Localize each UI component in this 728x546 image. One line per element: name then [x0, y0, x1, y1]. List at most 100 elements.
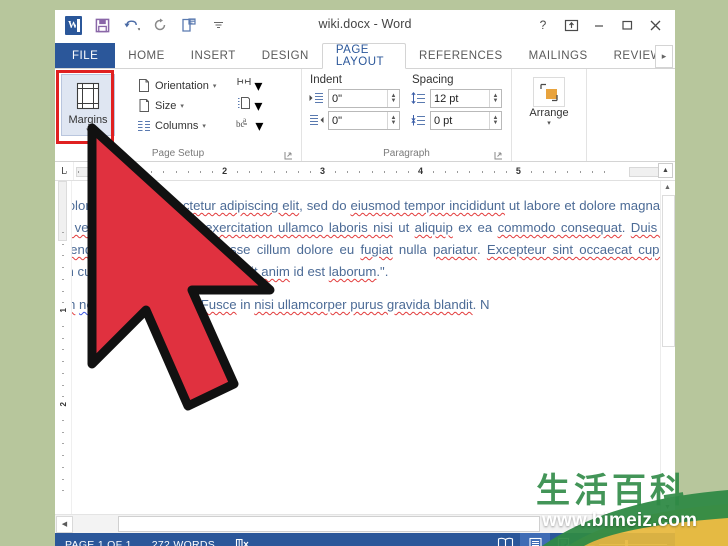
word-count[interactable]: 272 WORDS [142, 533, 225, 546]
margins-button-wrapper: Margins ▾ [61, 74, 115, 136]
document-page[interactable]: Lorem ipsum dolor sit amet, consectetur … [72, 181, 675, 514]
document-text[interactable]: Lorem ipsum dolor sit amet, consectetur … [72, 195, 675, 327]
proofing-errors-icon[interactable] [225, 533, 259, 546]
scroll-left-icon[interactable]: ◀ [56, 516, 73, 533]
indent-left-arrows-icon[interactable]: ▲▼ [387, 90, 399, 107]
arrange-caret-icon[interactable]: ▾ [547, 120, 551, 128]
page-indicator[interactable]: PAGE 1 OF 1 [55, 533, 142, 546]
tab-page-layout[interactable]: PAGE LAYOUT [322, 43, 406, 69]
tab-stop-selector-icon[interactable]: L [55, 162, 74, 180]
arrange-label: Arrange [529, 108, 568, 119]
tab-overflow-chevron-icon[interactable]: ▸ [655, 45, 673, 68]
vruler-tick [62, 255, 64, 256]
tab-home[interactable]: HOME [115, 43, 178, 68]
help-button[interactable]: ? [529, 14, 557, 36]
size-button[interactable]: Size ▾ [132, 96, 219, 115]
line-numbers-button[interactable]: ▾ [234, 96, 264, 115]
spacing-after-arrows-icon[interactable]: ▲▼ [489, 112, 501, 129]
ruler-tick [163, 171, 164, 173]
document-area: 12 Lorem ipsum dolor sit amet, consectet… [55, 181, 675, 514]
indent-right-arrows-icon[interactable]: ▲▼ [387, 112, 399, 129]
vruler-tick [62, 385, 64, 386]
size-caret-icon[interactable]: ▾ [180, 102, 184, 110]
ruler-tick [445, 171, 446, 173]
vruler-number: 2 [59, 402, 68, 406]
spacing-after-spinner[interactable]: ▲▼ [430, 111, 502, 130]
horizontal-scroll-thumb[interactable] [118, 516, 540, 532]
margins-caret-icon[interactable]: ▾ [86, 127, 90, 135]
vruler-tick [62, 361, 64, 362]
ribbon-group-arrange: Arrange ▾ [512, 69, 587, 161]
columns-button[interactable]: Columns ▾ [132, 116, 219, 135]
restore-button[interactable] [613, 14, 641, 36]
spacing-column: Spacing ▲▼ [410, 74, 502, 133]
ruler-number: 4 [418, 166, 423, 176]
breaks-button[interactable]: ▾ [234, 76, 264, 95]
zoom-slider-track[interactable] [599, 544, 667, 545]
ruler-tick [66, 171, 67, 173]
orientation-caret-icon[interactable]: ▾ [213, 82, 217, 90]
horizontal-scrollbar[interactable]: ◀ [55, 514, 675, 533]
indent-right-icon [308, 113, 325, 129]
paragraph-2: Duis elementum non orci vel congue. Fusc… [72, 294, 675, 316]
vruler-tick [62, 244, 64, 245]
breaks-caret-icon[interactable]: ▾ [254, 76, 262, 96]
read-mode-icon[interactable] [490, 533, 520, 546]
paragraph-group-label: Paragraph [308, 148, 505, 161]
vruler-tick [62, 232, 64, 233]
scroll-down-icon[interactable]: ▼ [661, 501, 674, 514]
arrange-icon [533, 77, 565, 107]
margins-button[interactable]: Margins ▾ [61, 74, 115, 136]
vruler-tick [62, 467, 64, 468]
ruler-tick [249, 171, 250, 173]
ruler-number: 5 [516, 166, 521, 176]
tab-mailings[interactable]: MAILINGS [516, 43, 601, 68]
vertical-scroll-thumb[interactable] [662, 195, 675, 347]
columns-caret-icon[interactable]: ▾ [202, 122, 206, 130]
indent-left-spinner[interactable]: ▲▼ [328, 89, 400, 108]
vruler-tick [62, 338, 64, 339]
vertical-scrollbar[interactable]: ▲ ▼ [660, 181, 675, 514]
zoom-out-button[interactable]: – [588, 540, 595, 546]
zoom-control[interactable]: – [580, 540, 671, 546]
spacing-before-spinner[interactable]: ▲▼ [430, 89, 502, 108]
web-layout-icon[interactable] [550, 533, 580, 546]
ruler-scroll-up-icon[interactable]: ▲ [658, 163, 673, 178]
arrange-button[interactable]: Arrange ▾ [523, 74, 575, 128]
indent-left-icon [308, 91, 325, 107]
ribbon-display-options-button[interactable] [557, 14, 585, 36]
orientation-button[interactable]: Orientation ▾ [132, 76, 219, 95]
print-layout-icon[interactable] [520, 533, 550, 546]
tab-design[interactable]: DESIGN [249, 43, 322, 68]
paragraph-dialog-launcher-icon[interactable] [493, 150, 503, 160]
zoom-slider-thumb[interactable] [625, 540, 628, 546]
page-setup-dialog-launcher-icon[interactable] [283, 150, 293, 160]
indent-right-spinner[interactable]: ▲▼ [328, 111, 400, 130]
svg-text:?: ? [540, 18, 547, 32]
ruler-tick [310, 171, 311, 173]
vruler-tick [62, 432, 64, 433]
tab-file[interactable]: FILE [55, 43, 115, 68]
spacing-after-row: ▲▼ [410, 111, 502, 130]
close-button[interactable] [641, 14, 669, 36]
ruler-tick [531, 171, 532, 173]
spacing-after-icon [410, 113, 427, 129]
ruler-number: 1 [124, 166, 129, 176]
minimize-button[interactable] [585, 14, 613, 36]
ruler-number: 3 [320, 166, 325, 176]
scroll-up-icon[interactable]: ▲ [661, 181, 674, 194]
line-numbers-caret-icon[interactable]: ▾ [254, 96, 262, 116]
ruler-tick [567, 171, 568, 173]
vruler-tick [62, 279, 64, 280]
horizontal-ruler[interactable]: L 12345 ▲ [55, 162, 675, 181]
ruler-tick [176, 171, 177, 173]
hyphenation-caret-icon[interactable]: ▾ [255, 116, 263, 136]
hyphenation-button[interactable]: bc a ▾ [234, 116, 264, 135]
vertical-ruler[interactable]: 12 [55, 181, 72, 514]
ruler-track[interactable]: 12345 [76, 165, 673, 178]
tab-references[interactable]: REFERENCES [406, 43, 516, 68]
ruler-tick [469, 171, 470, 173]
tab-insert[interactable]: INSERT [178, 43, 249, 68]
spacing-before-arrows-icon[interactable]: ▲▼ [489, 90, 501, 107]
page-setup-icon-buttons: ▾ ▾ [234, 74, 264, 135]
